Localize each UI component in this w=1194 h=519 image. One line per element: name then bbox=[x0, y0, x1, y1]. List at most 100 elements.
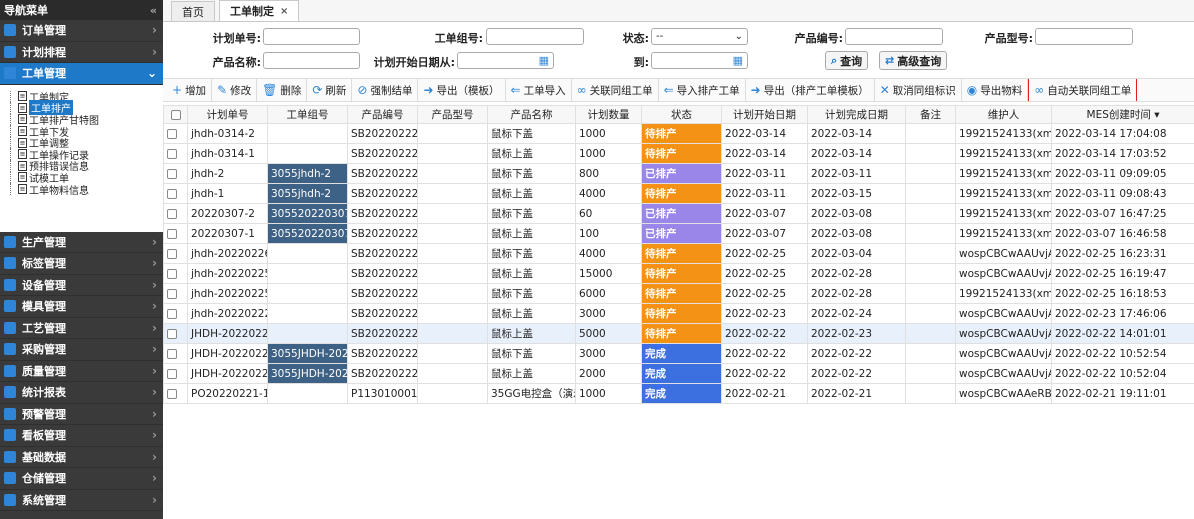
table-row[interactable]: jhdh-20220225SB20220222-2鼠标下盖6000待排产2022… bbox=[163, 283, 1194, 304]
cell-end: 2022-03-04 bbox=[807, 243, 906, 264]
toolbar-button[interactable]: ➜ 导出（模板） bbox=[418, 79, 506, 101]
sidebar-group-equipment[interactable]: 设备管理 › bbox=[0, 275, 163, 296]
product-model-input[interactable] bbox=[1035, 28, 1133, 45]
column-header[interactable] bbox=[163, 105, 188, 124]
plan-no-input[interactable] bbox=[263, 28, 360, 45]
column-header[interactable]: 计划单号 bbox=[187, 105, 268, 124]
toolbar-button[interactable]: ◉ 导出物料 bbox=[962, 79, 1029, 101]
collapse-sidebar-icon[interactable]: « bbox=[150, 4, 157, 17]
toolbar-button[interactable]: ⇐ 工单导入 bbox=[506, 79, 572, 101]
column-header[interactable]: 状态 bbox=[641, 105, 722, 124]
start-date-from-label: 计划开始日期从: bbox=[373, 56, 455, 69]
table-row[interactable]: jhdh-20220222-4SB20220222-1鼠标上盖3000待排产20… bbox=[163, 303, 1194, 324]
table-row[interactable]: 20220307-2305520220307-2SB20220222-2 鼠标下盖… bbox=[163, 203, 1194, 224]
toolbar-button[interactable]: ➜ 导出（排产工单模板） bbox=[746, 79, 875, 101]
column-header[interactable]: 备注 bbox=[905, 105, 956, 124]
sidebar-group-report[interactable]: 统计报表 › bbox=[0, 382, 163, 404]
table-row[interactable]: JHDH-20220222SB20220222-1鼠标上盖5000待排产2022… bbox=[163, 323, 1194, 344]
row-checkbox[interactable] bbox=[167, 268, 177, 279]
row-checkbox[interactable] bbox=[167, 208, 177, 219]
sidebar-group-system[interactable]: 系统管理 › bbox=[0, 490, 163, 511]
row-checkbox[interactable] bbox=[167, 288, 177, 299]
advanced-query-button[interactable]: ⇄ 高级查询 bbox=[879, 51, 948, 70]
table-row[interactable]: jhdh-20220226SB20220222-2鼠标下盖4000待排产2022… bbox=[163, 243, 1194, 264]
toolbar-button[interactable]: ⇐ 导入排产工单 bbox=[659, 79, 746, 101]
start-date-from-input[interactable]: ▦ bbox=[457, 52, 554, 69]
sidebar-group-board[interactable]: 看板管理 › bbox=[0, 425, 163, 447]
row-checkbox[interactable] bbox=[167, 308, 177, 319]
table-row[interactable]: 20220307-1305520220307-2SB20220222-1 鼠标上盖… bbox=[163, 223, 1194, 244]
row-checkbox[interactable] bbox=[167, 348, 177, 359]
production-icon bbox=[4, 235, 16, 248]
table-row[interactable]: jhdh-23055jhdh-2SB20220222-2鼠标下盖800已排产20… bbox=[163, 163, 1194, 184]
close-tab-icon[interactable]: × bbox=[280, 6, 288, 17]
calendar-icon[interactable]: ▦ bbox=[733, 54, 743, 67]
sidebar-group-mold[interactable]: 模具管理 › bbox=[0, 296, 163, 318]
sidebar-group-base-data[interactable]: 基础数据 › bbox=[0, 447, 163, 468]
tab-work-order[interactable]: 工单制定 × bbox=[219, 0, 300, 21]
product-code-input[interactable] bbox=[845, 28, 943, 45]
sidebar-group-purchase[interactable]: 采购管理 › bbox=[0, 339, 163, 361]
table-row[interactable]: jhdh-0314-2SB20220222-2鼠标下盖1000待排产2022-0… bbox=[163, 123, 1194, 144]
toolbar-button[interactable]: ✕ 取消同组标识 bbox=[875, 79, 962, 101]
status-select[interactable]: -- ⌄ bbox=[651, 28, 748, 45]
toolbar-button[interactable]: 🗑 删除 bbox=[257, 79, 308, 101]
table-row[interactable]: JHDH-202202223055JHDH-2022SB20220222-2 鼠标… bbox=[163, 343, 1194, 364]
toolbar-button[interactable]: + 增加 bbox=[167, 79, 213, 101]
sidebar-group-alert[interactable]: 预警管理 › bbox=[0, 404, 163, 425]
row-checkbox[interactable] bbox=[167, 228, 177, 239]
table-row[interactable]: jhdh-0314-1SB20220222-1鼠标上盖1000待排产2022-0… bbox=[163, 143, 1194, 164]
row-checkbox[interactable] bbox=[167, 188, 177, 199]
sidebar-group-quality[interactable]: 质量管理 › bbox=[0, 361, 163, 382]
column-header[interactable]: 产品型号 bbox=[417, 105, 488, 124]
sidebar-group-warehouse[interactable]: 仓储管理 › bbox=[0, 468, 163, 490]
column-header[interactable]: MES创建时间 ▾ bbox=[1051, 105, 1194, 124]
column-header[interactable]: 计划开始日期 bbox=[721, 105, 808, 124]
group-no-input[interactable] bbox=[486, 28, 584, 45]
sidebar-group-label[interactable]: 标签管理 › bbox=[0, 253, 163, 275]
toolbar-button[interactable]: ✎ 修改 bbox=[212, 79, 258, 101]
cell-model bbox=[417, 343, 488, 364]
sidebar-group-plan[interactable]: 计划排程 › bbox=[0, 42, 163, 63]
toolbar-button[interactable]: ∞ 关联同组工单 bbox=[572, 79, 659, 101]
cell-model bbox=[417, 163, 488, 184]
sidebar-group-process[interactable]: 工艺管理 › bbox=[0, 318, 163, 339]
column-header[interactable]: 维护人 bbox=[955, 105, 1052, 124]
table-row[interactable]: JHDH-202202223055JHDH-2022SB20220222-1 鼠标… bbox=[163, 363, 1194, 384]
select-all-checkbox[interactable] bbox=[170, 109, 181, 120]
cell-model bbox=[417, 303, 488, 324]
table-row[interactable]: jhdh-13055jhdh-2SB20220222-1鼠标上盖4000待排产2… bbox=[163, 183, 1194, 204]
column-header[interactable]: 计划完成日期 bbox=[807, 105, 906, 124]
table-row[interactable]: PO20220221-19 P113010001 35GG电控盒（演示）1000完成… bbox=[163, 383, 1194, 404]
toolbar-button[interactable]: ∞ 自动关联同组工单 bbox=[1028, 79, 1138, 101]
column-header[interactable]: 工单组号 bbox=[267, 105, 348, 124]
table-row[interactable]: jhdh-20220225-1SB20220222-1鼠标上盖15000待排产2… bbox=[163, 263, 1194, 284]
row-checkbox[interactable] bbox=[167, 328, 177, 339]
tab-home[interactable]: 首页 bbox=[171, 1, 215, 21]
row-checkbox[interactable] bbox=[167, 248, 177, 259]
toolbar-button[interactable]: ⊘ 强制结单 bbox=[352, 79, 419, 101]
toolbar-button[interactable]: ⟳ 刷新 bbox=[307, 79, 353, 101]
sidebar-group-work-order[interactable]: 工单管理 ⌄ bbox=[0, 63, 163, 85]
cell-status: 待排产 bbox=[641, 183, 722, 204]
row-checkbox[interactable] bbox=[167, 388, 177, 399]
column-header[interactable]: 计划数量 bbox=[575, 105, 642, 124]
sidebar-group-production[interactable]: 生产管理 › bbox=[0, 232, 163, 253]
sidebar-group-orders[interactable]: 订单管理 › bbox=[0, 20, 163, 42]
cell-start: 2022-02-25 bbox=[721, 283, 808, 304]
row-checkbox[interactable] bbox=[167, 368, 177, 379]
cell-name: 鼠标下盖 bbox=[487, 163, 576, 184]
row-checkbox[interactable] bbox=[167, 148, 177, 159]
cell-plan: 20220307-1 bbox=[187, 223, 268, 244]
calendar-icon[interactable]: ▦ bbox=[539, 54, 549, 67]
column-header[interactable]: 产品编号 bbox=[347, 105, 418, 124]
row-checkbox[interactable] bbox=[167, 128, 177, 139]
query-button[interactable]: ⌕ 查询 bbox=[825, 51, 869, 70]
document-icon: ≡ bbox=[18, 160, 27, 171]
sidebar-subitem[interactable]: ≡ 工单物料信息 bbox=[8, 183, 163, 197]
column-header[interactable]: 产品名称 bbox=[487, 105, 576, 124]
start-date-to-input[interactable]: ▦ bbox=[651, 52, 748, 69]
row-checkbox[interactable] bbox=[167, 168, 177, 179]
product-name-input[interactable] bbox=[263, 52, 360, 69]
cell-created: 2022-02-25 16:23:31 bbox=[1051, 243, 1194, 264]
